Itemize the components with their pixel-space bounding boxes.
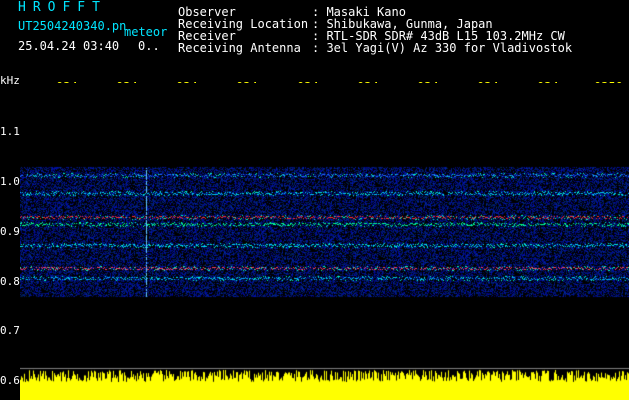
y-axis-unit: kHz	[0, 74, 20, 87]
header-brand: HROFFT	[18, 0, 107, 15]
header-tag: meteor	[124, 25, 168, 39]
header-datetime-suffix: 0..	[138, 39, 160, 53]
y-tick-0-9: 0.9	[0, 225, 20, 238]
info-antenna-value: : 3el Yagi(V) Az 330 for Vladivostok	[312, 41, 573, 55]
y-tick-0-8: 0.8	[0, 275, 20, 288]
info-antenna-label: Receiving Antenna	[178, 41, 301, 55]
header-datetime: 25.04.24 03:40	[18, 39, 120, 53]
y-tick-0-7: 0.7	[0, 324, 20, 337]
y-tick-1-0: 1.0	[0, 175, 20, 188]
waterfall-canvas	[20, 83, 629, 383]
y-tick-0-6: 0.6	[0, 374, 20, 387]
waterfall-plot	[20, 83, 629, 383]
spectrum-bar	[20, 367, 629, 400]
header-filename: UT2504240340.pn	[18, 19, 127, 33]
y-tick-1-1: 1.1	[0, 125, 20, 138]
